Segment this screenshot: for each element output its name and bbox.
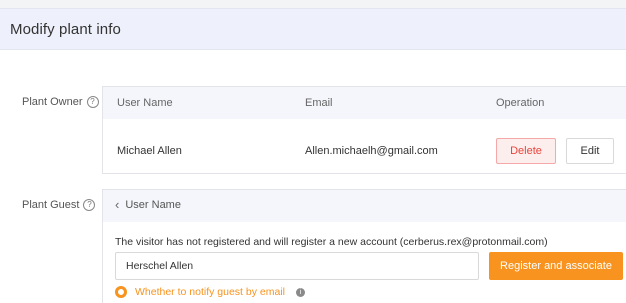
back-label: User Name	[125, 199, 181, 211]
registration-notice: The visitor has not registered and will …	[115, 236, 548, 248]
guest-panel-header: ‹ User Name	[103, 190, 626, 222]
plant-owner-label: Plant Owner ?	[22, 96, 99, 108]
plant-guest-label-text: Plant Guest	[22, 199, 80, 211]
column-operation: Operation	[496, 97, 545, 109]
question-circle-icon[interactable]: ?	[83, 199, 96, 211]
chevron-left-icon: ‹	[115, 197, 120, 212]
owner-table-header: User Name Email Operation	[103, 87, 626, 119]
notify-guest-label: Whether to notify guest by email	[135, 286, 285, 298]
owner-email: Allen.michaelh@gmail.com	[305, 145, 438, 157]
plant-owner-label-text: Plant Owner	[22, 96, 83, 108]
radio-checked-icon[interactable]	[115, 286, 127, 298]
column-user-name: User Name	[117, 97, 173, 109]
back-to-user-name[interactable]: ‹ User Name	[115, 197, 181, 212]
delete-button[interactable]: Delete	[496, 138, 556, 164]
guest-panel: ‹ User Name The visitor has not register…	[102, 189, 626, 303]
page-title: Modify plant info	[10, 21, 121, 38]
page-header: Modify plant info	[0, 8, 626, 50]
info-circle-icon: i	[296, 287, 305, 297]
register-and-associate-button[interactable]: Register and associate	[489, 252, 623, 280]
owner-table: User Name Email Operation Michael Allen …	[102, 86, 626, 174]
plant-guest-label: Plant Guest ?	[22, 199, 96, 211]
guest-name-input[interactable]	[115, 252, 479, 280]
notify-guest-option[interactable]: Whether to notify guest by email i	[115, 286, 305, 298]
question-circle-icon[interactable]: ?	[86, 96, 99, 108]
column-email: Email	[305, 97, 333, 109]
top-strip	[0, 0, 626, 8]
owner-user-name: Michael Allen	[117, 145, 182, 157]
edit-button[interactable]: Edit	[566, 138, 614, 164]
